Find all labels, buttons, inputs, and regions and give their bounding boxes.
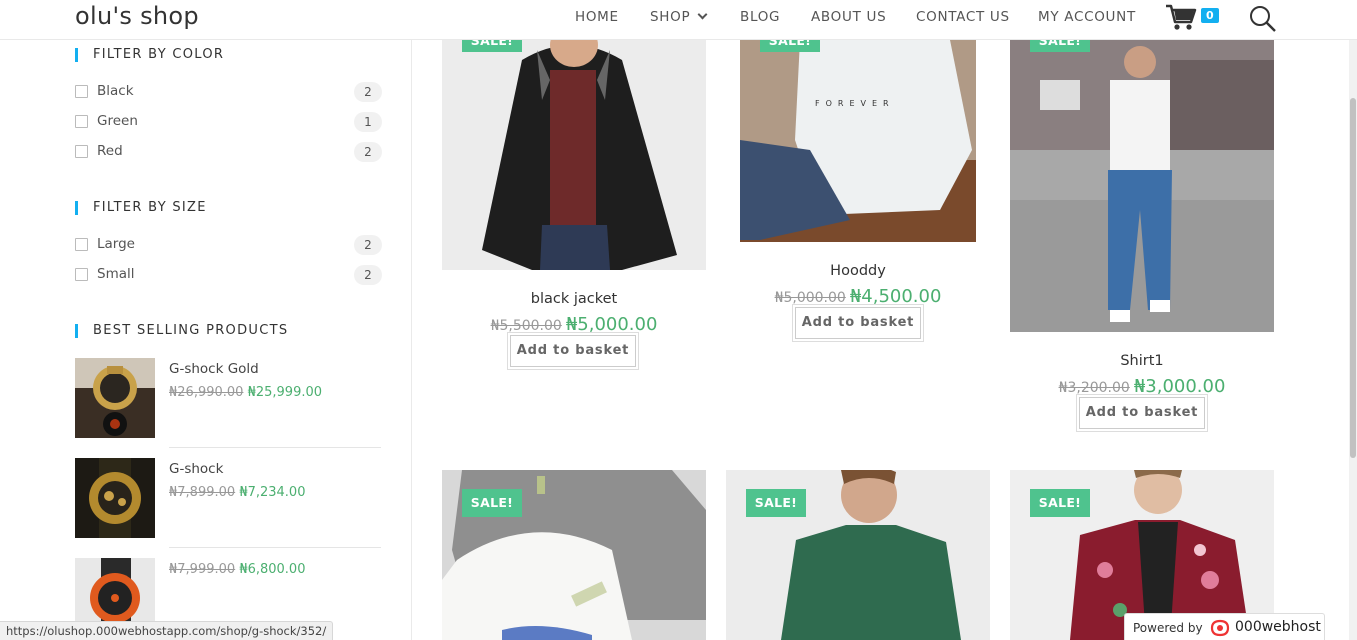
sale-price: ₦6,800.00 [239, 562, 306, 577]
status-url: https://olushop.000webhostapp.com/shop/g… [0, 621, 334, 640]
sale-badge: SALE! [760, 40, 820, 52]
sale-price: ₦3,000.00 [1133, 376, 1226, 397]
add-to-basket-button[interactable]: Add to basket [792, 304, 924, 342]
cart-count-badge: 0 [1201, 8, 1219, 23]
best-product-name[interactable]: G-shock [169, 461, 223, 477]
sidebar-divider [411, 40, 412, 640]
chevron-down-icon [697, 9, 708, 20]
filter-size-title: FILTER BY SIZE [75, 201, 207, 215]
filter-color-green[interactable]: Green 1 [75, 112, 382, 132]
divider [169, 547, 381, 548]
nav-shop[interactable]: SHOP [650, 9, 708, 25]
site-logo[interactable]: olu's shop [75, 2, 199, 30]
site-header: olu's shop HOME SHOP BLOG ABOUT US CONTA… [0, 0, 1357, 40]
product-image-hooddy[interactable]: FOREVER [740, 40, 976, 242]
sale-badge: SALE! [1030, 40, 1090, 52]
scrollbar[interactable] [1349, 0, 1357, 640]
product-title[interactable]: Shirt1 [1010, 353, 1274, 369]
sale-badge: SALE! [462, 40, 522, 52]
nav-about[interactable]: ABOUT US [811, 9, 886, 25]
old-price: ₦5,500.00 [490, 318, 562, 334]
filter-label: Large [97, 236, 135, 252]
filter-label: Green [97, 113, 138, 129]
filter-count: 2 [354, 235, 382, 255]
cart-icon[interactable] [1165, 3, 1197, 31]
filter-count: 2 [354, 142, 382, 162]
divider [169, 447, 381, 448]
best-product-price: ₦7,899.00 ₦7,234.00 [169, 485, 305, 500]
nav-my-account[interactable]: MY ACCOUNT [1038, 9, 1136, 25]
filter-count: 1 [354, 112, 382, 132]
filter-size-large[interactable]: Large 2 [75, 235, 382, 255]
checkbox[interactable] [75, 145, 88, 158]
product-image-shirt1[interactable] [1010, 40, 1274, 332]
best-product-price: ₦26,990.00 ₦25,999.00 [169, 385, 322, 400]
svg-text:FOREVER: FOREVER [815, 99, 895, 108]
checkbox[interactable] [75, 85, 88, 98]
filter-count: 2 [354, 82, 382, 102]
sale-badge: SALE! [746, 489, 806, 517]
best-product-name[interactable]: G-shock Gold [169, 361, 259, 377]
nav-home[interactable]: HOME [575, 9, 619, 25]
filter-color-red[interactable]: Red 2 [75, 142, 382, 162]
old-price: ₦7,999.00 [169, 562, 236, 577]
filter-size-small[interactable]: Small 2 [75, 265, 382, 285]
product-image-black-jacket[interactable] [442, 40, 706, 270]
old-price: ₦5,000.00 [774, 290, 846, 306]
filter-count: 2 [354, 265, 382, 285]
old-price: ₦7,899.00 [169, 485, 236, 500]
sale-price: ₦25,999.00 [247, 385, 323, 400]
old-price: ₦3,200.00 [1058, 380, 1130, 396]
nav-contact[interactable]: CONTACT US [916, 9, 1010, 25]
filter-color-black[interactable]: Black 2 [75, 82, 382, 102]
webhost-logo-icon [1210, 619, 1230, 637]
nav-blog[interactable]: BLOG [740, 9, 780, 25]
scrollbar-thumb[interactable] [1350, 98, 1356, 458]
filter-label: Black [97, 83, 134, 99]
sale-price: ₦5,000.00 [565, 314, 658, 335]
sale-price: ₦4,500.00 [849, 286, 942, 307]
product-price: ₦5,000.00 ₦4,500.00 [740, 286, 976, 307]
add-to-basket-button[interactable]: Add to basket [507, 332, 639, 370]
filter-label: Small [97, 266, 135, 282]
watch-gold-image[interactable] [75, 358, 155, 438]
filter-color-title: FILTER BY COLOR [75, 48, 224, 62]
product-title[interactable]: black jacket [442, 291, 706, 307]
old-price: ₦26,990.00 [169, 385, 244, 400]
product-price: ₦5,500.00 ₦5,000.00 [442, 314, 706, 335]
checkbox[interactable] [75, 238, 88, 251]
checkbox[interactable] [75, 268, 88, 281]
product-price: ₦3,200.00 ₦3,000.00 [1010, 376, 1274, 397]
checkbox[interactable] [75, 115, 88, 128]
sale-price: ₦7,234.00 [239, 485, 306, 500]
product-title[interactable]: Hooddy [740, 263, 976, 279]
watch-gshock-image[interactable] [75, 458, 155, 538]
sale-badge: SALE! [462, 489, 522, 517]
search-icon[interactable] [1249, 5, 1277, 33]
powered-by-label: Powered by [1133, 621, 1203, 635]
nav-shop-label: SHOP [650, 9, 691, 25]
filter-label: Red [97, 143, 123, 159]
sale-badge: SALE! [1030, 489, 1090, 517]
add-to-basket-button[interactable]: Add to basket [1076, 394, 1208, 432]
best-selling-title: BEST SELLING PRODUCTS [75, 324, 288, 338]
powered-by-brand: 000webhost [1235, 619, 1321, 635]
powered-by-badge[interactable]: Powered by 000webhost [1124, 613, 1325, 640]
best-product-price: ₦7,999.00 ₦6,800.00 [169, 562, 305, 577]
